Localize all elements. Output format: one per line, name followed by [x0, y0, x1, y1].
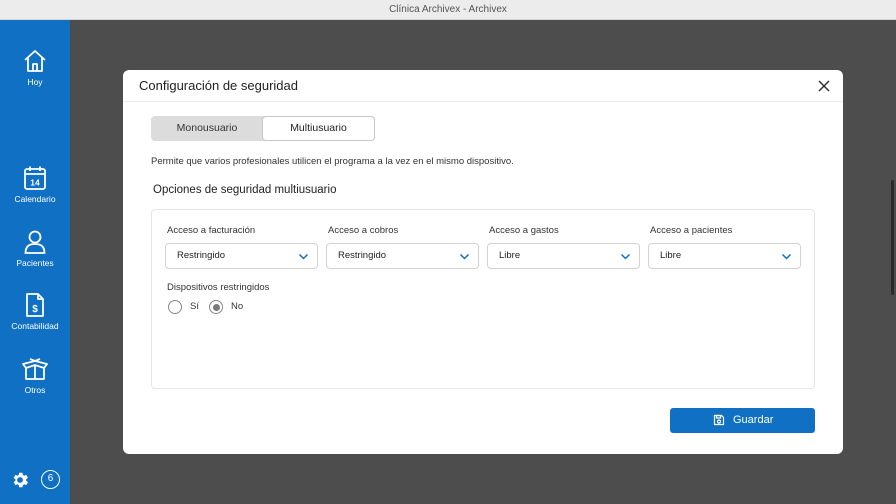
chevron-down-icon — [459, 253, 470, 260]
sidebar-item-label: Hoy — [27, 77, 43, 87]
calendar-day: 14 — [30, 178, 40, 188]
save-button-label: Guardar — [733, 414, 774, 426]
radio-si[interactable] — [168, 300, 182, 314]
field-label-pacientes: Acceso a pacientes — [650, 225, 733, 236]
chevron-down-icon — [781, 253, 792, 260]
restricted-devices-label: Dispositivos restringidos — [167, 282, 270, 293]
sidebar-item-pacientes[interactable]: Pacientes — [0, 229, 70, 268]
calendar-icon: 14 — [24, 166, 46, 190]
radio-no-label: No — [231, 301, 244, 312]
select-value: Restringido — [177, 250, 226, 261]
field-label-facturacion: Acceso a facturación — [167, 225, 256, 236]
mode-description: Permite que varios profesionales utilice… — [151, 156, 514, 167]
sidebar: Hoy 14 Calendario Pacientes $ Contabilid… — [0, 20, 70, 504]
sidebar-footer: 6 — [0, 468, 70, 492]
box-icon — [22, 358, 48, 380]
tab-multiusuario[interactable]: Multiusuario — [262, 116, 375, 141]
select-pacientes[interactable]: Libre — [648, 243, 801, 269]
close-icon[interactable] — [815, 77, 833, 95]
sidebar-item-contabilidad[interactable]: $ Contabilidad — [0, 292, 70, 331]
select-value: Libre — [499, 250, 521, 261]
field-label-gastos: Acceso a gastos — [489, 225, 559, 236]
select-cobros[interactable]: Restringido — [326, 243, 479, 269]
sidebar-item-hoy[interactable]: Hoy — [0, 48, 70, 87]
security-settings-dialog: Configuración de seguridad Monousuario M… — [123, 70, 843, 454]
tab-monousuario[interactable]: Monousuario — [151, 116, 263, 141]
gear-icon[interactable] — [10, 470, 30, 490]
window-titlebar: Clínica Archivex - Archivex — [0, 0, 896, 20]
radio-no[interactable] — [209, 300, 223, 314]
radio-si-label: Sí — [190, 301, 199, 312]
save-button[interactable]: Guardar — [670, 408, 815, 433]
notification-badge[interactable]: 6 — [41, 470, 60, 489]
section-title: Opciones de seguridad multiusuario — [153, 184, 337, 196]
scrollbar-thumb[interactable] — [891, 180, 894, 295]
chevron-down-icon — [620, 253, 631, 260]
sidebar-item-label: Calendario — [14, 194, 56, 204]
dialog-header: Configuración de seguridad — [123, 70, 843, 102]
sidebar-item-otros[interactable]: Otros — [0, 356, 70, 395]
sidebar-item-label: Pacientes — [16, 258, 54, 268]
save-icon — [713, 414, 725, 426]
user-icon — [24, 230, 46, 254]
select-gastos[interactable]: Libre — [487, 243, 640, 269]
invoice-icon: $ — [26, 293, 44, 317]
window-title: Clínica Archivex - Archivex — [389, 4, 507, 15]
sidebar-item-calendario[interactable]: 14 Calendario — [0, 165, 70, 204]
sidebar-item-label: Contabilidad — [11, 321, 59, 331]
dialog-title: Configuración de seguridad — [139, 78, 298, 93]
options-panel: Acceso a facturación Restringido Acceso … — [151, 209, 815, 389]
select-value: Restringido — [338, 250, 387, 261]
select-facturacion[interactable]: Restringido — [165, 243, 318, 269]
chevron-down-icon — [298, 253, 309, 260]
home-icon — [24, 50, 46, 72]
sidebar-item-label: Otros — [24, 385, 46, 395]
mode-segmented-control: Monousuario Multiusuario — [151, 116, 375, 141]
svg-text:$: $ — [32, 304, 38, 315]
field-label-cobros: Acceso a cobros — [328, 225, 399, 236]
select-value: Libre — [660, 250, 682, 261]
